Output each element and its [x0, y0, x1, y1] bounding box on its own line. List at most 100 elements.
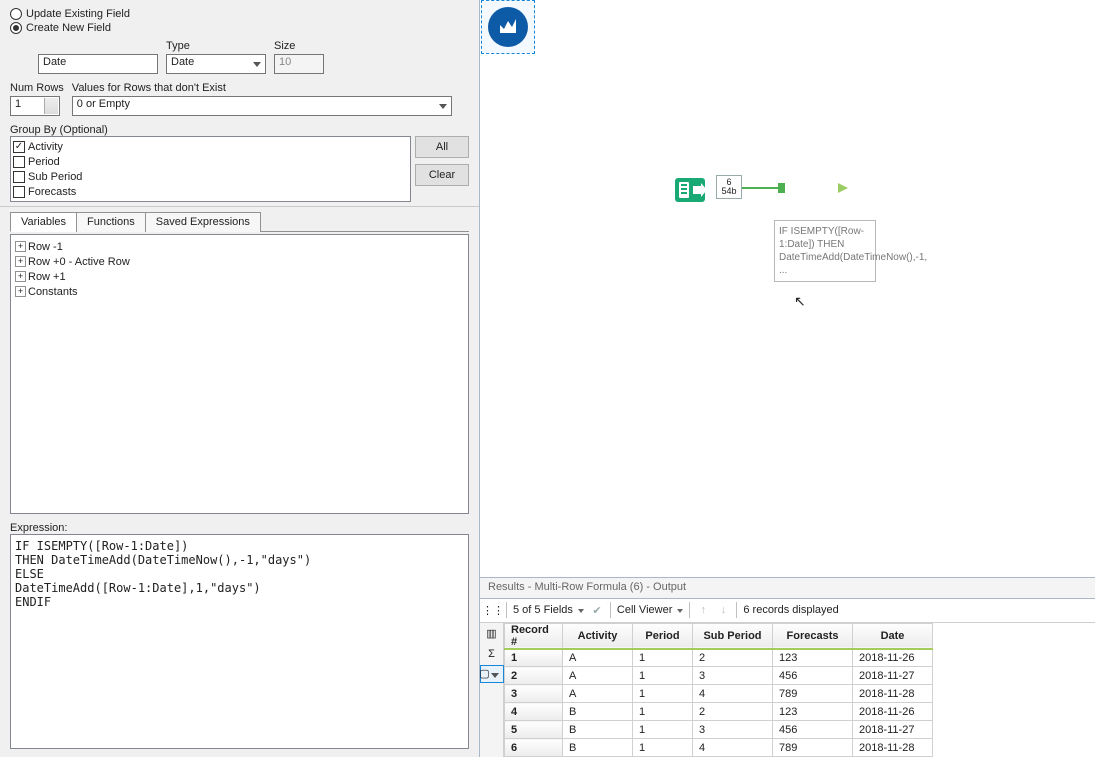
multi-row-formula-tool[interactable]	[481, 0, 535, 54]
view-table-icon[interactable]: ▥	[483, 625, 501, 643]
col-activity[interactable]: Activity	[563, 623, 633, 649]
cell[interactable]: 3	[693, 667, 773, 685]
config-panel: Update Existing Field Create New Field D…	[0, 0, 480, 757]
cell[interactable]: 2	[505, 667, 563, 685]
col-subperiod[interactable]: Sub Period	[693, 623, 773, 649]
type-select[interactable]: Date	[166, 54, 266, 74]
tree-node[interactable]: +Row -1	[15, 239, 464, 254]
cell[interactable]: 456	[773, 667, 853, 685]
cell[interactable]: 2	[693, 649, 773, 667]
menu-icon[interactable]: ⋮⋮	[486, 603, 500, 617]
radio-icon	[10, 22, 22, 34]
cell[interactable]: 2018-11-26	[853, 703, 933, 721]
cell[interactable]: 4	[693, 685, 773, 703]
input-anchor[interactable]	[778, 183, 785, 193]
col-record[interactable]: Record #	[505, 623, 563, 649]
view-data-icon[interactable]: ▢	[480, 665, 504, 683]
all-button[interactable]: All	[415, 136, 469, 158]
col-forecasts[interactable]: Forecasts	[773, 623, 853, 649]
cell[interactable]: 2018-11-27	[853, 721, 933, 739]
cell[interactable]: 123	[773, 703, 853, 721]
tree-node[interactable]: +Row +1	[15, 269, 464, 284]
clear-button[interactable]: Clear	[415, 164, 469, 186]
cell[interactable]: A	[563, 685, 633, 703]
cell[interactable]: 2018-11-27	[853, 667, 933, 685]
check-icon[interactable]: ✔	[590, 603, 604, 617]
cell[interactable]: 123	[773, 649, 853, 667]
group-item-period[interactable]: Period	[13, 154, 408, 169]
output-anchor[interactable]	[838, 183, 848, 193]
cell[interactable]: 789	[773, 685, 853, 703]
cell[interactable]: 456	[773, 721, 853, 739]
table-row[interactable]: 3A147892018-11-28	[505, 685, 933, 703]
expand-icon[interactable]: +	[15, 256, 26, 267]
table-row[interactable]: 1A121232018-11-26	[505, 649, 933, 667]
cell[interactable]: B	[563, 721, 633, 739]
cell[interactable]: 1	[633, 739, 693, 757]
radio-label: Update Existing Field	[26, 8, 130, 20]
results-title: Results - Multi-Row Formula (6) - Output	[480, 577, 1095, 599]
checkbox-icon	[13, 186, 25, 198]
group-item-forecasts[interactable]: Forecasts	[13, 184, 408, 199]
num-rows-spinner[interactable]: 1	[10, 96, 60, 116]
col-date[interactable]: Date	[853, 623, 933, 649]
radio-update-existing[interactable]: Update Existing Field	[10, 8, 469, 20]
expand-icon[interactable]: +	[15, 271, 26, 282]
cell[interactable]: 1	[633, 649, 693, 667]
table-row[interactable]: 4B121232018-11-26	[505, 703, 933, 721]
cell[interactable]: 2018-11-26	[853, 649, 933, 667]
radio-icon	[10, 8, 22, 20]
table-row[interactable]: 2A134562018-11-27	[505, 667, 933, 685]
cell[interactable]: 6	[505, 739, 563, 757]
cell[interactable]: B	[563, 739, 633, 757]
tool-annotation: IF ISEMPTY([Row-1:Date]) THEN DateTimeAd…	[774, 220, 876, 282]
table-row[interactable]: 6B147892018-11-28	[505, 739, 933, 757]
group-item-activity[interactable]: Activity	[13, 139, 408, 154]
cell[interactable]: 1	[633, 721, 693, 739]
cell[interactable]: 3	[505, 685, 563, 703]
cell[interactable]: 1	[633, 667, 693, 685]
cell[interactable]: 4	[505, 703, 563, 721]
cell[interactable]: 1	[505, 649, 563, 667]
radio-create-new[interactable]: Create New Field	[10, 22, 469, 34]
view-sigma-icon[interactable]: Σ	[483, 645, 501, 663]
num-rows-label: Num Rows	[10, 82, 64, 94]
input-data-tool[interactable]	[671, 170, 711, 210]
expression-editor[interactable]: IF ISEMPTY([Row-1:Date]) THEN DateTimeAd…	[10, 534, 469, 749]
expand-icon[interactable]: +	[15, 241, 26, 252]
col-period[interactable]: Period	[633, 623, 693, 649]
size-label: Size	[274, 40, 324, 52]
arrow-up-icon[interactable]: ↑	[696, 603, 710, 617]
cell[interactable]: A	[563, 667, 633, 685]
missing-select[interactable]: 0 or Empty	[72, 96, 452, 116]
cell[interactable]: 1	[633, 685, 693, 703]
tab-variables[interactable]: Variables	[10, 212, 77, 232]
tab-saved-expressions[interactable]: Saved Expressions	[145, 212, 261, 232]
tab-functions[interactable]: Functions	[76, 212, 146, 232]
group-item-subperiod[interactable]: Sub Period	[13, 169, 408, 184]
checkbox-icon	[13, 171, 25, 183]
cell-viewer-dropdown[interactable]: Cell Viewer	[617, 604, 683, 616]
tree-node[interactable]: +Row +0 - Active Row	[15, 254, 464, 269]
cell[interactable]: 1	[633, 703, 693, 721]
cell[interactable]: 2	[693, 703, 773, 721]
cell[interactable]: 3	[693, 721, 773, 739]
field-name-input[interactable]: Date	[38, 54, 158, 74]
group-by-list: Activity Period Sub Period Forecasts	[10, 136, 411, 202]
fields-dropdown[interactable]: 5 of 5 Fields	[513, 604, 584, 616]
cell[interactable]: 4	[693, 739, 773, 757]
workflow-canvas[interactable]: 654b IF ISEMPTY([Row-1:Date]) THEN DateT…	[480, 0, 1095, 577]
cell[interactable]: B	[563, 703, 633, 721]
cell[interactable]: 5	[505, 721, 563, 739]
cell[interactable]: A	[563, 649, 633, 667]
variables-tree[interactable]: +Row -1 +Row +0 - Active Row +Row +1 +Co…	[10, 234, 469, 514]
cell[interactable]: 789	[773, 739, 853, 757]
expand-icon[interactable]: +	[15, 286, 26, 297]
tree-node[interactable]: +Constants	[15, 284, 464, 299]
cell[interactable]: 2018-11-28	[853, 739, 933, 757]
expression-label: Expression:	[10, 522, 469, 534]
results-grid[interactable]: Record # Activity Period Sub Period Fore…	[504, 623, 933, 757]
table-row[interactable]: 5B134562018-11-27	[505, 721, 933, 739]
arrow-down-icon[interactable]: ↓	[716, 603, 730, 617]
cell[interactable]: 2018-11-28	[853, 685, 933, 703]
